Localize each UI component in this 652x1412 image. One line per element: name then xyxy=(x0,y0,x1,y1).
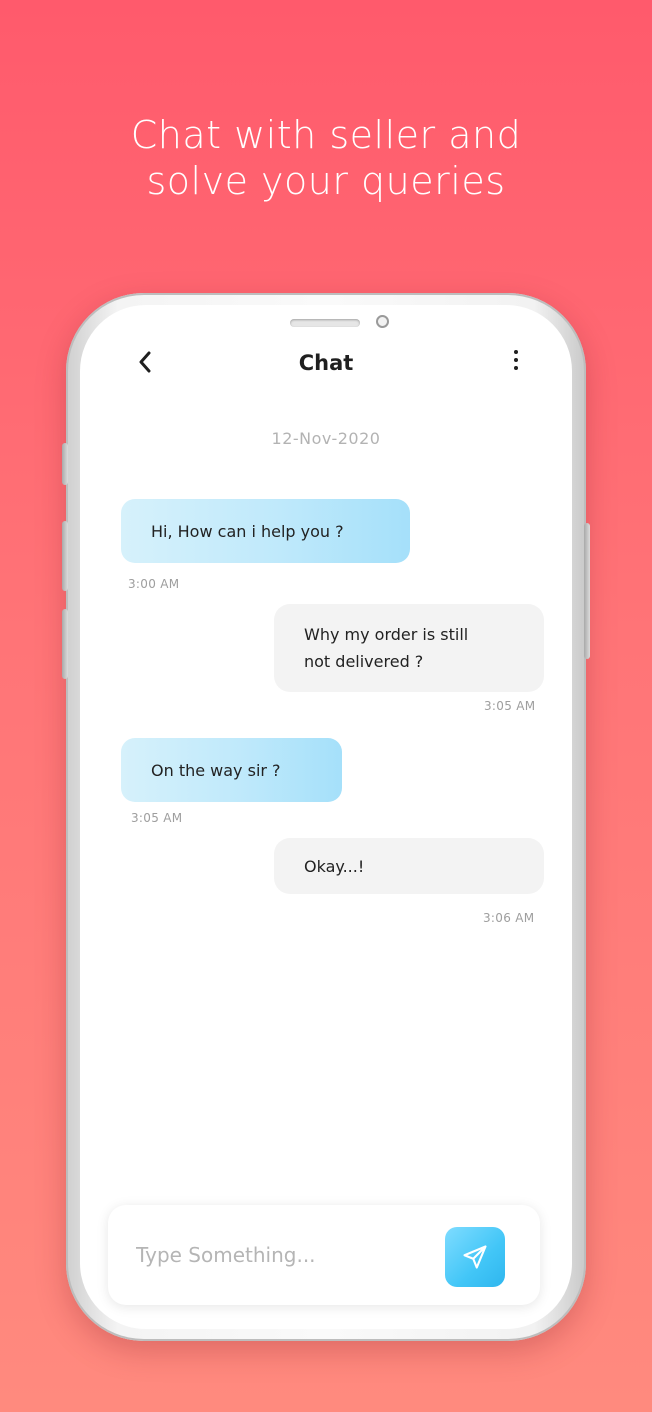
message-text-line-1: Why my order is still xyxy=(304,625,469,644)
phone-frame: Chat 12-Nov-2020 Hi, How can i help you … xyxy=(62,293,590,1341)
message-timestamp: 3:05 AM xyxy=(484,699,536,713)
page-title: Chat xyxy=(298,351,354,375)
message-text: Hi, How can i help you ? xyxy=(151,521,344,541)
earpiece-speaker xyxy=(290,319,360,327)
front-camera xyxy=(376,315,389,328)
vertical-dots-icon xyxy=(514,350,518,354)
message-bubble-incoming: On the way sir ? xyxy=(121,738,342,802)
date-separator: 12-Nov-2020 xyxy=(271,429,381,448)
message-bubble-outgoing: Okay...! xyxy=(274,838,544,894)
send-icon xyxy=(463,1245,487,1269)
message-composer xyxy=(108,1205,540,1305)
message-timestamp: 3:05 AM xyxy=(131,811,183,825)
power-button xyxy=(584,523,590,659)
headline: Chat with seller and solve your queries xyxy=(0,112,652,204)
more-options-button[interactable] xyxy=(504,345,528,375)
volume-down-button xyxy=(62,521,68,591)
volume-up-button xyxy=(62,443,68,485)
message-timestamp: 3:00 AM xyxy=(128,577,180,591)
headline-line-2: solve your queries xyxy=(146,159,506,203)
message-text: On the way sir ? xyxy=(151,760,281,780)
message-bubble-outgoing: Why my order is still not delivered ? xyxy=(274,604,544,692)
send-button[interactable] xyxy=(445,1227,505,1287)
mute-button xyxy=(62,609,68,679)
message-text: Okay...! xyxy=(304,856,365,876)
message-text-line-2: not delivered ? xyxy=(304,652,424,671)
headline-line-1: Chat with seller and xyxy=(130,113,522,157)
message-timestamp: 3:06 AM xyxy=(483,911,535,925)
message-input[interactable] xyxy=(136,1235,436,1275)
message-bubble-incoming: Hi, How can i help you ? xyxy=(121,499,410,563)
phone-screen: Chat 12-Nov-2020 Hi, How can i help you … xyxy=(80,305,572,1329)
